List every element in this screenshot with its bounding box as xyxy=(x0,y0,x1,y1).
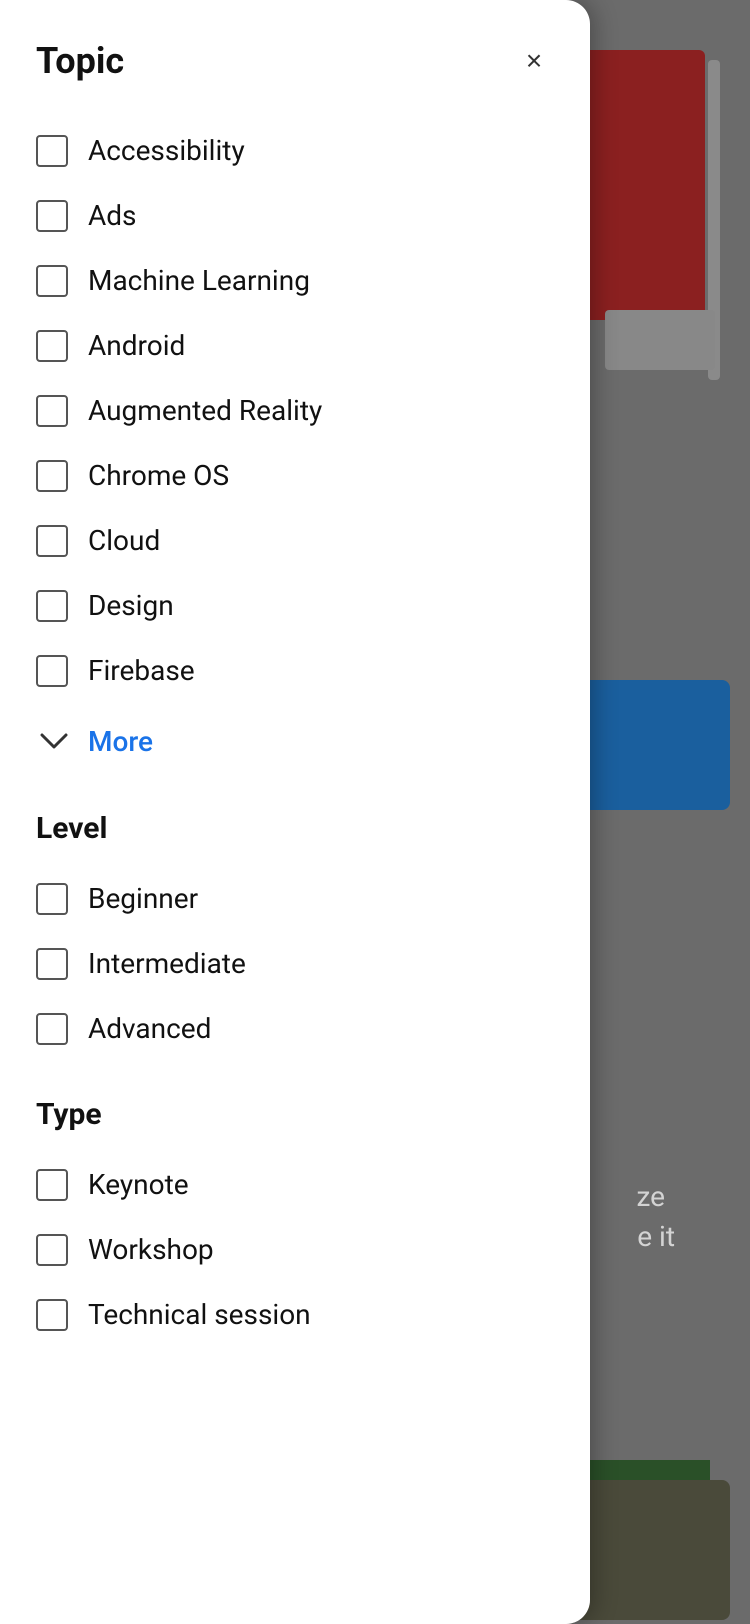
advanced-checkbox[interactable] xyxy=(36,1013,68,1045)
topic-item-cloud[interactable]: Cloud xyxy=(36,508,554,573)
augmented-reality-checkbox[interactable] xyxy=(36,395,68,427)
type-item-technical-session[interactable]: Technical session xyxy=(36,1282,554,1347)
cloud-checkbox[interactable] xyxy=(36,525,68,557)
firebase-checkbox[interactable] xyxy=(36,655,68,687)
topic-section: Accessibility Ads Machine Learning Andro… xyxy=(36,118,554,775)
level-section: Level Beginner Intermediate Advanced xyxy=(36,811,554,1061)
augmented-reality-label: Augmented Reality xyxy=(88,394,322,427)
type-item-workshop[interactable]: Workshop xyxy=(36,1217,554,1282)
intermediate-label: Intermediate xyxy=(88,947,246,980)
topic-item-augmented-reality[interactable]: Augmented Reality xyxy=(36,378,554,443)
technical-session-label: Technical session xyxy=(88,1298,311,1331)
firebase-label: Firebase xyxy=(88,654,195,687)
keynote-checkbox[interactable] xyxy=(36,1169,68,1201)
beginner-label: Beginner xyxy=(88,882,198,915)
technical-session-checkbox[interactable] xyxy=(36,1299,68,1331)
background-person-card xyxy=(570,1480,730,1620)
machine-learning-label: Machine Learning xyxy=(88,264,310,297)
topic-item-design[interactable]: Design xyxy=(36,573,554,638)
level-item-beginner[interactable]: Beginner xyxy=(36,866,554,931)
cloud-label: Cloud xyxy=(88,524,160,557)
topic-item-chrome-os[interactable]: Chrome OS xyxy=(36,443,554,508)
machine-learning-checkbox[interactable] xyxy=(36,265,68,297)
workshop-label: Workshop xyxy=(88,1233,214,1266)
topic-item-machine-learning[interactable]: Machine Learning xyxy=(36,248,554,313)
accessibility-label: Accessibility xyxy=(88,134,245,167)
background-text-eit: e it xyxy=(637,1220,675,1253)
modal-title: Topic xyxy=(36,40,124,82)
chrome-os-checkbox[interactable] xyxy=(36,460,68,492)
keynote-label: Keynote xyxy=(88,1168,189,1201)
topic-item-accessibility[interactable]: Accessibility xyxy=(36,118,554,183)
workshop-checkbox[interactable] xyxy=(36,1234,68,1266)
accessibility-checkbox[interactable] xyxy=(36,135,68,167)
chrome-os-label: Chrome OS xyxy=(88,459,229,492)
type-item-keynote[interactable]: Keynote xyxy=(36,1152,554,1217)
background-text-ze: ze xyxy=(636,1180,665,1213)
ads-checkbox[interactable] xyxy=(36,200,68,232)
advanced-label: Advanced xyxy=(88,1012,211,1045)
android-checkbox[interactable] xyxy=(36,330,68,362)
beginner-checkbox[interactable] xyxy=(36,883,68,915)
more-button[interactable]: More xyxy=(36,707,554,775)
background-gray-base xyxy=(605,310,715,370)
background-red-shape xyxy=(575,50,705,320)
android-label: Android xyxy=(88,329,185,362)
type-section-title: Type xyxy=(36,1097,554,1132)
close-button[interactable]: × xyxy=(514,41,554,81)
level-item-intermediate[interactable]: Intermediate xyxy=(36,931,554,996)
more-label: More xyxy=(88,725,153,758)
topic-item-firebase[interactable]: Firebase xyxy=(36,638,554,703)
design-label: Design xyxy=(88,589,174,622)
design-checkbox[interactable] xyxy=(36,590,68,622)
type-section: Type Keynote Workshop Technical session xyxy=(36,1097,554,1347)
background-blue-card xyxy=(570,680,730,810)
modal-header: Topic × xyxy=(36,40,554,82)
intermediate-checkbox[interactable] xyxy=(36,948,68,980)
level-item-advanced[interactable]: Advanced xyxy=(36,996,554,1061)
level-section-title: Level xyxy=(36,811,554,846)
filter-modal: Topic × Accessibility Ads Machine Learni… xyxy=(0,0,590,1624)
chevron-down-icon xyxy=(36,723,72,759)
ads-label: Ads xyxy=(88,199,137,232)
topic-item-ads[interactable]: Ads xyxy=(36,183,554,248)
topic-item-android[interactable]: Android xyxy=(36,313,554,378)
